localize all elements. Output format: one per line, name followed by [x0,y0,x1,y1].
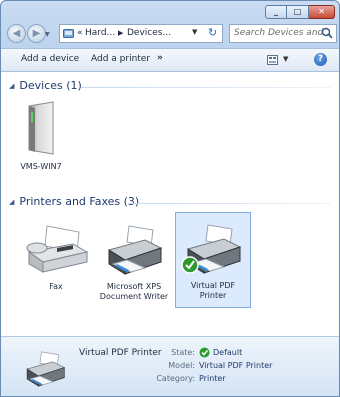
close-icon: ✕ [318,7,325,16]
devices-and-printers-window: _ □ ✕ ◀ ▶ ▼ « Hard... ▶ Devices... ▼ ↻ S… [0,0,340,397]
devices-group-header[interactable]: ◢ Devices (1) [9,79,82,92]
printer-label: Fax [49,282,63,291]
printer-item-virtual-pdf[interactable]: Virtual PDF Printer [175,212,251,308]
breadcrumb-hardware[interactable]: Hard... [85,28,115,38]
maximize-button[interactable]: □ [287,5,309,19]
help-icon[interactable]: ? [314,53,327,66]
details-pane: Virtual PDF Printer State: Default Model… [1,336,339,396]
change-view-icon[interactable] [267,55,278,65]
printers-group-title: Printers and Faxes (3) [19,195,140,208]
device-label: VMS-WIN7 [20,162,62,171]
forward-arrow-icon: ▶ [32,28,41,39]
printer-item-xps[interactable]: Microsoft XPS Document Writer [97,222,171,306]
add-printer-button[interactable]: Add a printer [91,54,150,64]
default-check-icon [199,347,210,358]
maximize-icon: □ [293,7,302,16]
default-check-icon [181,256,199,274]
address-dropdown-icon[interactable]: ▼ [192,28,197,36]
devices-group-title: Devices (1) [19,79,82,92]
printer-icon [181,224,242,274]
printer-label-line1: Virtual PDF [190,281,236,290]
collapse-icon[interactable]: ◢ [9,82,14,90]
address-bar[interactable]: « Hard... ▶ Devices... ▼ ↻ [59,24,223,43]
printer-item-fax[interactable]: Fax [17,222,95,306]
view-dropdown-icon[interactable]: ▼ [283,55,288,63]
model-value: Virtual PDF Printer [199,361,273,370]
state-label: State: [171,348,195,357]
close-button[interactable]: ✕ [309,5,335,19]
breadcrumb-separator-icon: « [77,28,83,38]
forward-button[interactable]: ▶ [27,24,46,43]
breadcrumb-devices[interactable]: Devices... [127,28,171,38]
selected-printer-icon [26,351,66,387]
title-bar: _ □ ✕ [1,1,339,23]
search-icon[interactable] [321,27,333,39]
printer-label-line2: Printer [199,291,227,300]
collapse-icon[interactable]: ◢ [9,198,14,206]
state-value: Default [213,348,243,357]
recent-pages-dropdown[interactable]: ▼ [45,31,50,38]
command-bar: Add a device Add a printer » ▼ ? [1,48,339,72]
search-box[interactable]: Search Devices and... [229,24,337,43]
navigation-bar: ◀ ▶ ▼ « Hard... ▶ Devices... ▼ ↻ Search … [1,23,339,45]
computer-tower-icon [28,101,54,155]
back-button[interactable]: ◀ [7,24,26,43]
category-label: Category: [156,374,195,383]
group-divider [129,203,331,204]
device-list-pane: ◢ Devices (1) VMS-WIN7 ◢ Printers and Faxe… [1,72,339,336]
minimize-button[interactable]: _ [265,5,287,19]
printers-group-header[interactable]: ◢ Printers and Faxes (3) [9,195,139,208]
device-item-computer[interactable]: VMS-WIN7 [15,100,67,186]
model-label: Model: [168,361,195,370]
more-commands-button[interactable]: » [157,53,163,63]
printer-icon [107,225,163,275]
back-arrow-icon: ◀ [12,28,21,39]
minimize-icon: _ [274,7,278,16]
printer-label-line1: Microsoft XPS [106,282,162,291]
refresh-icon[interactable]: ↻ [208,26,217,39]
breadcrumb-arrow-icon[interactable]: ▶ [118,29,123,37]
printer-label-line2: Document Writer [99,292,169,301]
category-value: Printer [199,374,226,383]
search-input[interactable]: Search Devices and... [234,28,332,38]
group-divider [81,87,331,88]
add-device-button[interactable]: Add a device [21,54,79,64]
fax-machine-icon [26,225,89,273]
control-panel-icon [63,29,74,38]
